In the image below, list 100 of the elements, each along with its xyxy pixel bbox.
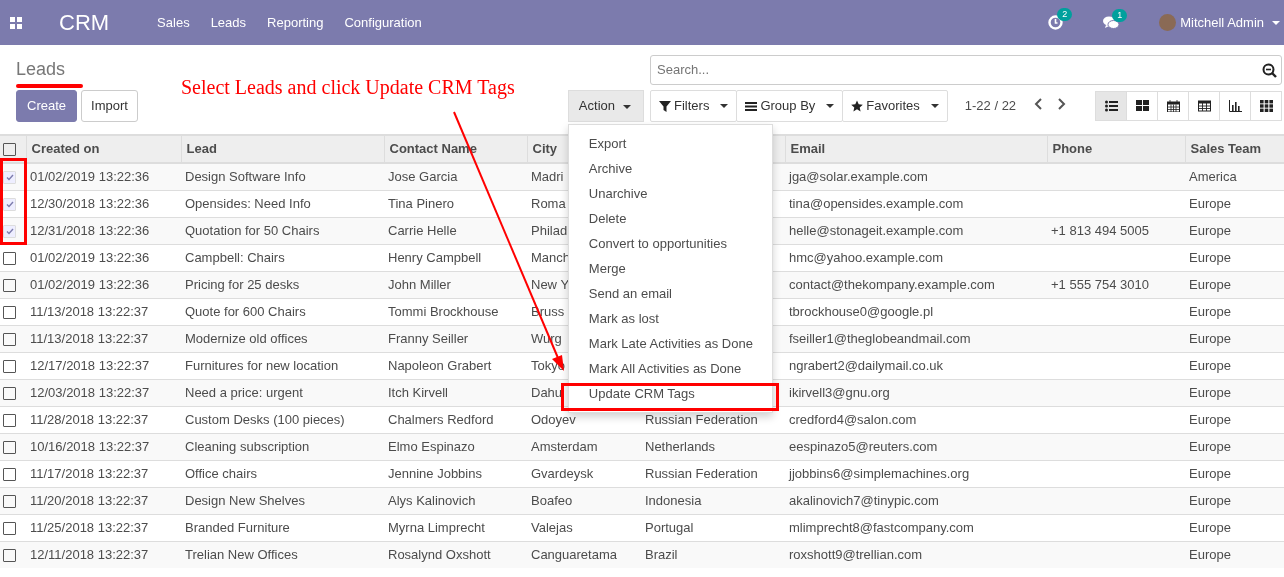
table-cell: mlimprecht8@fastcompany.com (789, 519, 974, 535)
row-checkbox[interactable] (3, 332, 16, 346)
table-cell: Furnitures for new location (185, 357, 339, 373)
table-cell: 11/20/2018 13:22:37 (30, 492, 149, 508)
table-cell: Need a price: urgent (185, 384, 303, 400)
table-cell: Tommi Brockhouse (388, 303, 499, 319)
row-checkbox[interactable] (3, 413, 16, 427)
row-checkbox[interactable] (3, 440, 16, 454)
table-cell: Campbell: Chairs (185, 249, 285, 265)
table-cell: akalinovich7@tinypic.com (789, 492, 939, 508)
table-cell: credford4@salon.com (789, 411, 917, 427)
table-cell: Trelian New Offices (185, 547, 298, 562)
row-checkbox[interactable] (3, 494, 16, 508)
table-cell: tina@opensides.example.com (789, 195, 964, 211)
table-cell: Quotation for 50 Chairs (185, 222, 320, 238)
view-switch-button[interactable] (1188, 90, 1220, 121)
table-cell: 11/28/2018 13:22:37 (30, 411, 149, 427)
row-checkbox[interactable] (3, 549, 16, 563)
table-cell: Roma (531, 195, 566, 211)
menu-item[interactable]: Archive (568, 156, 772, 181)
table-cell: Europe (1189, 357, 1231, 373)
view-switch-button[interactable] (1219, 90, 1251, 121)
table-cell: 12/11/2018 13:22:37 (30, 547, 149, 562)
table-cell: Europe (1189, 276, 1231, 292)
table-cell: Europe (1189, 492, 1231, 508)
apps-grid-icon[interactable] (10, 16, 22, 29)
menu-link[interactable]: Configuration (344, 12, 422, 33)
table-cell: Carrie Helle (388, 222, 457, 238)
menu-link[interactable]: Reporting (267, 12, 324, 33)
table-cell: Cleaning subscription (185, 438, 310, 454)
table-cell: jjobbins6@simplemachines.org (789, 465, 970, 481)
table-cell: Alys Kalinovich (388, 492, 476, 508)
annotation-underline (16, 84, 83, 88)
table-cell: 11/17/2018 13:22:37 (30, 465, 149, 481)
table-cell: eespinazo5@reuters.com (789, 438, 938, 454)
column-header[interactable]: Phone (1052, 141, 1093, 157)
table-cell: Custom Desks (100 pieces) (185, 411, 345, 427)
filter-icon (659, 99, 671, 112)
table-cell: Portugal (645, 519, 694, 535)
table-icon (1197, 99, 1211, 112)
calendar-icon (1166, 99, 1180, 112)
menu-item[interactable]: Send an email (568, 281, 772, 306)
breadcrumb-title: Leads (16, 58, 66, 81)
table-cell: Rosalynd Oxshott (388, 547, 491, 562)
column-header[interactable]: Lead (186, 141, 217, 157)
select-all-checkbox[interactable] (3, 143, 16, 157)
row-checkbox[interactable] (3, 467, 16, 481)
clock-icon[interactable] (1048, 15, 1064, 30)
column-header[interactable]: Email (790, 141, 826, 157)
star-icon (851, 99, 864, 112)
row-checkbox[interactable] (3, 521, 16, 535)
table-cell: Europe (1189, 384, 1231, 400)
view-switch-button[interactable] (1250, 90, 1282, 121)
menu-item[interactable]: Merge (568, 256, 772, 281)
row-checkbox[interactable] (3, 278, 16, 292)
search-option-button[interactable]: Group By (736, 90, 844, 122)
table-cell: Valejas (531, 519, 573, 535)
search-option-button[interactable]: Filters (650, 90, 738, 122)
search-icon[interactable] (1262, 62, 1277, 78)
table-cell: Design Software Info (185, 169, 306, 184)
menu-item[interactable]: Convert to opportunities (568, 231, 772, 256)
search-box[interactable]: Search... (650, 55, 1282, 85)
table-cell: Opensides: Need Info (185, 195, 311, 211)
view-switch-button[interactable] (1095, 90, 1127, 121)
create-button[interactable]: Create (16, 90, 78, 122)
search-option-button[interactable]: Favorites (842, 90, 948, 122)
table-cell: contact@thekompany.example.com (789, 276, 995, 292)
column-header[interactable]: City (532, 141, 558, 157)
row-checkbox[interactable] (3, 359, 16, 373)
table-cell: roxshott9@trellian.com (789, 547, 923, 562)
menu-item[interactable]: Mark as lost (568, 306, 772, 331)
menu-item[interactable]: Export (568, 131, 772, 156)
table-cell: Modernize old offices (185, 330, 308, 346)
action-dropdown-button[interactable]: Action (567, 90, 644, 122)
table-cell: 01/02/2019 13:22:36 (30, 249, 150, 265)
table-cell: Europe (1189, 222, 1231, 238)
app-title: CRM (59, 9, 110, 37)
table-cell: John Miller (388, 276, 451, 292)
view-switch-button[interactable] (1126, 90, 1158, 121)
menu-item[interactable]: Delete (568, 206, 772, 231)
table-cell: 01/02/2019 13:22:36 (30, 276, 150, 292)
table-cell: Design New Shelves (185, 492, 305, 508)
user-menu[interactable]: Mitchell Admin (1180, 12, 1284, 33)
row-checkbox[interactable] (3, 305, 16, 319)
table-cell: hmc@yahoo.example.com (789, 249, 944, 265)
menu-item[interactable]: Mark All Activities as Done (568, 356, 772, 381)
table-cell: Europe (1189, 438, 1231, 454)
row-checkbox[interactable] (3, 386, 16, 400)
bar-chart-icon (1228, 99, 1242, 112)
view-switch-button[interactable] (1157, 90, 1189, 121)
menu-link[interactable]: Sales (157, 12, 190, 33)
table-cell: Pricing for 25 desks (185, 276, 300, 292)
menu-link[interactable]: Leads (210, 12, 247, 33)
import-button[interactable]: Import (81, 90, 138, 122)
menu-item[interactable]: Update CRM Tags (568, 381, 772, 406)
row-checkbox[interactable] (3, 251, 16, 265)
menu-item[interactable]: Unarchive (568, 181, 772, 206)
table-cell: Canguaretama (531, 547, 617, 562)
menu-item[interactable]: Mark Late Activities as Done (568, 331, 772, 356)
table-cell: America (1189, 169, 1237, 184)
